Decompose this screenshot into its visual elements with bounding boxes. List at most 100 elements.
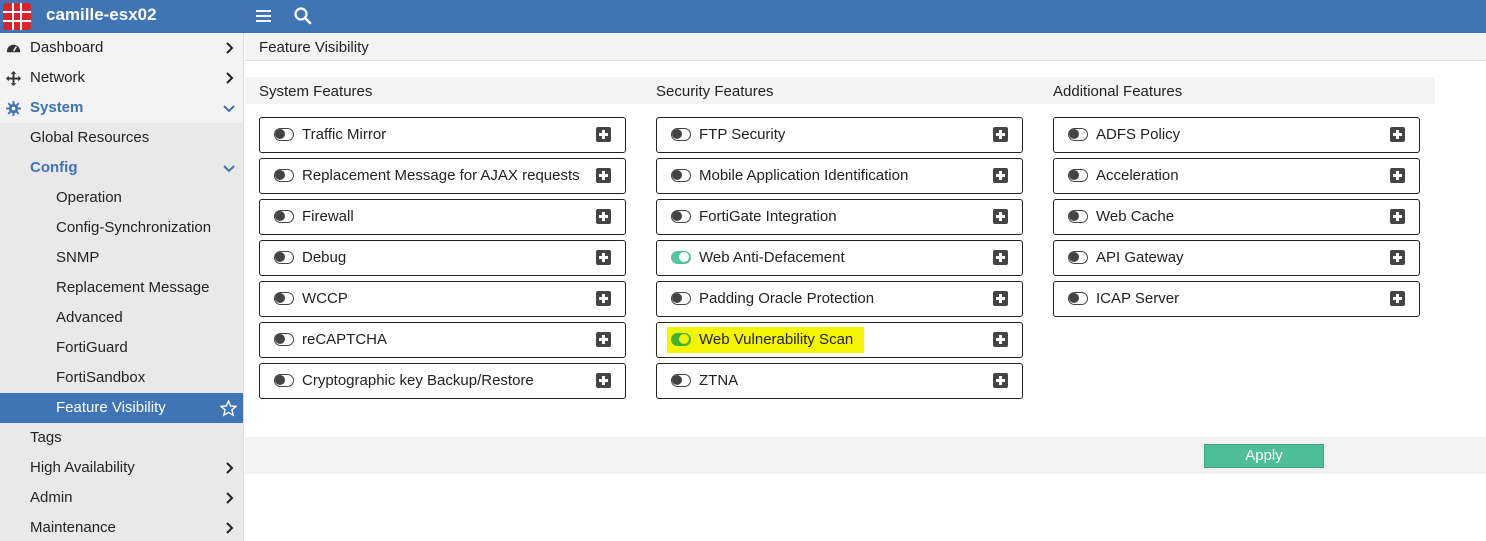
plus-square-icon[interactable] [993, 127, 1008, 142]
feature-toggle[interactable] [1068, 251, 1088, 264]
column-title: System Features [259, 83, 373, 100]
feature-label: Mobile Application Identification [699, 167, 909, 184]
sidebar-item-operation[interactable]: Operation [0, 183, 243, 213]
feature-api-gateway[interactable]: API Gateway [1053, 240, 1420, 276]
top-bar: camille-esx02 [0, 0, 1486, 33]
feature-toggle[interactable] [671, 292, 691, 305]
sidebar-item-label: Dashboard [30, 39, 104, 56]
plus-square-icon[interactable] [596, 373, 611, 388]
feature-toggle[interactable] [274, 374, 294, 387]
sidebar-item-system[interactable]: System [0, 93, 243, 123]
plus-square-icon[interactable] [1390, 168, 1405, 183]
sidebar-item-snmp[interactable]: SNMP [0, 243, 243, 273]
sidebar-item-high-availability[interactable]: High Availability [0, 453, 243, 483]
feature-firewall[interactable]: Firewall [259, 199, 626, 235]
feature-label: ZTNA [699, 372, 739, 389]
feature-recaptcha[interactable]: reCAPTCHA [259, 322, 626, 358]
page-title: Feature Visibility [259, 39, 369, 56]
feature-toggle[interactable] [1068, 169, 1088, 182]
feature-toggle[interactable] [274, 333, 294, 346]
sidebar-item-tags[interactable]: Tags [0, 423, 243, 453]
chevron-right-icon [226, 42, 234, 54]
sidebar-item-dashboard[interactable]: Dashboard [0, 33, 243, 63]
feature-toggle[interactable] [274, 292, 294, 305]
sidebar-item-label: System [30, 99, 84, 116]
sidebar-item-advanced[interactable]: Advanced [0, 303, 243, 333]
feature-icap-server[interactable]: ICAP Server [1053, 281, 1420, 317]
feature-toggle[interactable] [1068, 210, 1088, 223]
feature-label: reCAPTCHA [302, 331, 388, 348]
sidebar-item-label: SNMP [56, 249, 100, 266]
plus-square-icon[interactable] [993, 209, 1008, 224]
plus-square-icon[interactable] [596, 209, 611, 224]
plus-square-icon[interactable] [596, 168, 611, 183]
sidebar-item-fortiguard[interactable]: FortiGuard [0, 333, 243, 363]
plus-square-icon[interactable] [596, 127, 611, 142]
plus-square-icon[interactable] [1390, 250, 1405, 265]
feature-toggle[interactable] [671, 128, 691, 141]
star-favorite-icon[interactable] [220, 400, 237, 417]
feature-web-cache[interactable]: Web Cache [1053, 199, 1420, 235]
feature-label: FortiGate Integration [699, 208, 837, 225]
plus-square-icon[interactable] [1390, 291, 1405, 306]
sidebar-item-global-resources[interactable]: Global Resources [0, 123, 243, 153]
hamburger-menu-icon[interactable] [255, 7, 273, 25]
sidebar-item-label: Config-Synchronization [56, 219, 212, 236]
feature-label: ICAP Server [1096, 290, 1180, 307]
sidebar-item-label: Tags [30, 429, 62, 446]
feature-ftp-security[interactable]: FTP Security [656, 117, 1023, 153]
feature-label: Firewall [302, 208, 354, 225]
feature-label: Acceleration [1096, 167, 1179, 184]
feature-toggle[interactable] [274, 210, 294, 223]
feature-mobile-app-identification[interactable]: Mobile Application Identification [656, 158, 1023, 194]
feature-toggle[interactable] [671, 251, 691, 264]
column-title: Additional Features [1053, 83, 1183, 100]
feature-acceleration[interactable]: Acceleration [1053, 158, 1420, 194]
sidebar: Dashboard Network System Global Resource… [0, 33, 244, 541]
feature-debug[interactable]: Debug [259, 240, 626, 276]
plus-square-icon[interactable] [1390, 209, 1405, 224]
sidebar-item-feature-visibility[interactable]: Feature Visibility [0, 393, 243, 423]
plus-square-icon[interactable] [993, 291, 1008, 306]
feature-adfs-policy[interactable]: ADFS Policy [1053, 117, 1420, 153]
sidebar-item-fortisandbox[interactable]: FortiSandbox [0, 363, 243, 393]
feature-replacement-message-ajax[interactable]: Replacement Message for AJAX requests [259, 158, 626, 194]
plus-square-icon[interactable] [993, 332, 1008, 347]
plus-square-icon[interactable] [596, 332, 611, 347]
feature-toggle[interactable] [671, 374, 691, 387]
sidebar-item-label: Feature Visibility [56, 399, 166, 416]
feature-traffic-mirror[interactable]: Traffic Mirror [259, 117, 626, 153]
feature-toggle[interactable] [1068, 128, 1088, 141]
feature-label: Replacement Message for AJAX requests [302, 167, 580, 184]
plus-square-icon[interactable] [993, 373, 1008, 388]
feature-wccp[interactable]: WCCP [259, 281, 626, 317]
apply-button[interactable]: Apply [1204, 444, 1324, 468]
feature-toggle[interactable] [274, 169, 294, 182]
plus-square-icon[interactable] [1390, 127, 1405, 142]
sidebar-item-maintenance[interactable]: Maintenance [0, 513, 243, 541]
feature-web-vulnerability-scan[interactable]: Web Vulnerability Scan [656, 322, 1023, 358]
feature-toggle[interactable] [274, 128, 294, 141]
feature-toggle[interactable] [274, 251, 294, 264]
feature-web-anti-defacement[interactable]: Web Anti-Defacement [656, 240, 1023, 276]
sidebar-item-admin[interactable]: Admin [0, 483, 243, 513]
feature-padding-oracle-protection[interactable]: Padding Oracle Protection [656, 281, 1023, 317]
feature-label: API Gateway [1096, 249, 1184, 266]
feature-ztna[interactable]: ZTNA [656, 363, 1023, 399]
search-icon[interactable] [293, 6, 313, 26]
plus-square-icon[interactable] [993, 168, 1008, 183]
plus-square-icon[interactable] [596, 250, 611, 265]
sidebar-item-network[interactable]: Network [0, 63, 243, 93]
feature-toggle[interactable] [671, 210, 691, 223]
dashboard-icon [6, 44, 21, 53]
plus-square-icon[interactable] [596, 291, 611, 306]
sidebar-item-replacement-message[interactable]: Replacement Message [0, 273, 243, 303]
plus-square-icon[interactable] [993, 250, 1008, 265]
sidebar-item-config[interactable]: Config [0, 153, 243, 183]
feature-toggle[interactable] [1068, 292, 1088, 305]
feature-toggle[interactable] [671, 333, 691, 346]
feature-fortigate-integration[interactable]: FortiGate Integration [656, 199, 1023, 235]
sidebar-item-config-synchronization[interactable]: Config-Synchronization [0, 213, 243, 243]
feature-toggle[interactable] [671, 169, 691, 182]
feature-cryptographic-key-backup[interactable]: Cryptographic key Backup/Restore [259, 363, 626, 399]
